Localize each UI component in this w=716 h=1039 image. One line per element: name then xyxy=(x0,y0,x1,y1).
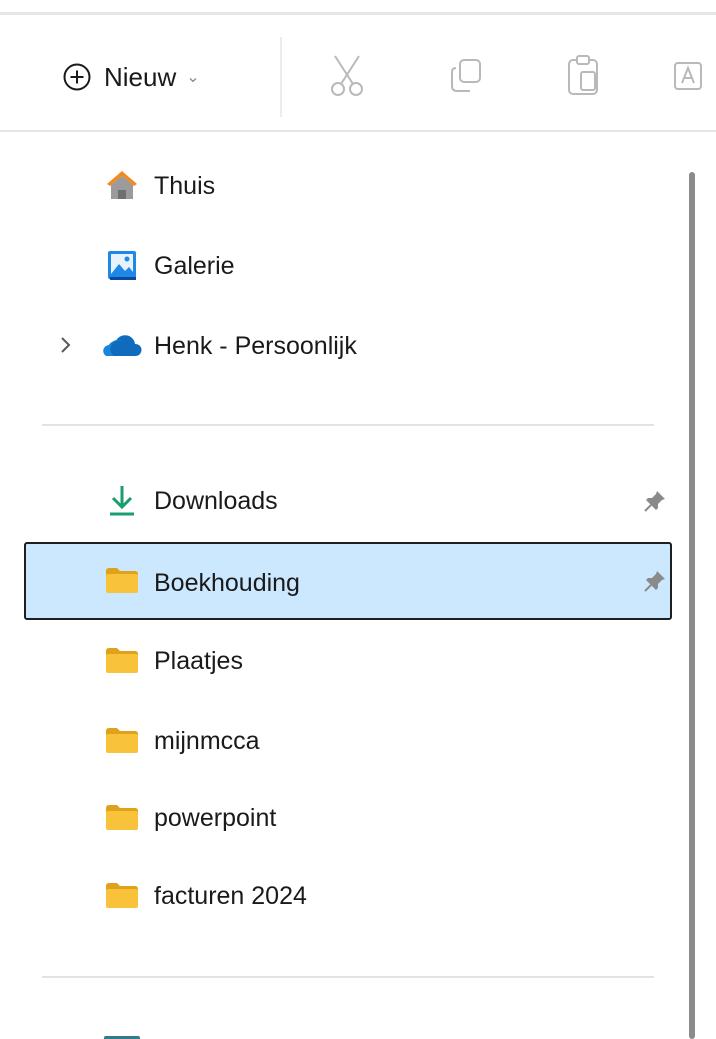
nav-item-galerie[interactable]: Galerie xyxy=(24,227,672,305)
nav-item-thuis[interactable]: Thuis xyxy=(24,147,672,225)
folder-icon xyxy=(102,640,142,680)
nav-item-mijnmcca[interactable]: mijnmcca xyxy=(24,702,672,780)
nav-label: Galerie xyxy=(154,251,235,280)
nav-item-facturen-2024[interactable]: facturen 2024 xyxy=(24,857,672,935)
command-bar: Nieuw ⌄ xyxy=(0,15,716,132)
folder-icon xyxy=(102,720,142,760)
paste-button[interactable] xyxy=(558,53,608,103)
plus-circle-icon xyxy=(62,62,92,92)
nav-label: facturen 2024 xyxy=(154,881,307,910)
nav-item-onedrive-personal[interactable]: Henk - Persoonlijk xyxy=(24,307,672,385)
folder-icon xyxy=(102,797,142,837)
copy-button[interactable] xyxy=(441,53,491,103)
nav-label: Henk - Persoonlijk xyxy=(154,331,357,360)
gallery-icon xyxy=(102,245,142,285)
home-icon xyxy=(102,165,142,205)
nav-label: Plaatjes xyxy=(154,646,243,675)
nav-label: Downloads xyxy=(154,486,278,515)
onedrive-cloud-icon xyxy=(102,325,142,365)
cut-icon xyxy=(327,54,367,103)
nav-divider xyxy=(42,976,654,978)
folder-icon xyxy=(102,560,142,600)
download-icon xyxy=(102,480,142,520)
cut-button[interactable] xyxy=(322,53,372,103)
nav-label: mijnmcca xyxy=(154,726,260,755)
navigation-pane: Thuis Galerie Henk - Persoonlijk Downloa… xyxy=(0,132,676,1039)
nav-label: Thuis xyxy=(154,171,216,200)
pin-icon[interactable] xyxy=(642,488,668,514)
nav-item-downloads[interactable]: Downloads xyxy=(24,462,672,540)
nav-label: powerpoint xyxy=(154,803,277,832)
nav-item-plaatjes[interactable]: Plaatjes xyxy=(24,622,672,700)
toolbar-separator xyxy=(280,37,282,117)
nav-label: Boekhouding xyxy=(154,568,300,597)
new-button-label: Nieuw xyxy=(104,61,177,92)
nav-item-powerpoint[interactable]: powerpoint xyxy=(24,779,672,857)
scrollbar-track[interactable] xyxy=(676,132,716,1039)
chevron-down-icon: ⌄ xyxy=(186,69,200,86)
nav-divider xyxy=(42,424,654,426)
paste-icon xyxy=(563,54,603,103)
scrollbar-thumb[interactable] xyxy=(689,172,695,1039)
folder-icon xyxy=(102,875,142,915)
copy-icon xyxy=(446,56,486,101)
rename-button[interactable] xyxy=(668,53,708,103)
nav-item-boekhouding[interactable]: Boekhouding xyxy=(24,542,672,620)
expand-chevron-icon[interactable] xyxy=(54,334,76,356)
pin-icon[interactable] xyxy=(642,568,668,594)
new-button[interactable]: Nieuw ⌄ xyxy=(52,57,210,97)
rename-icon xyxy=(671,59,705,98)
